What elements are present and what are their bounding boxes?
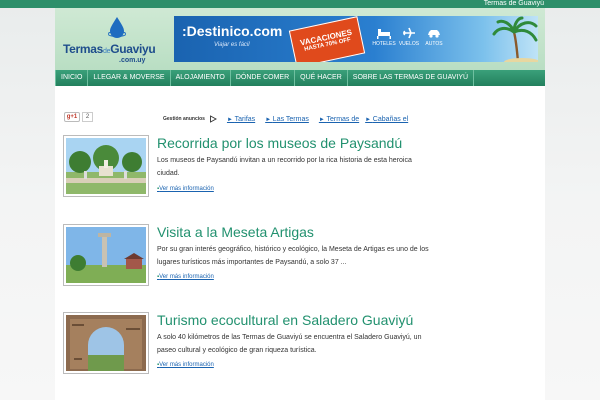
article-thumbnail[interactable]	[63, 135, 149, 197]
ad-link-las-termas[interactable]: ► Las Termas	[265, 116, 309, 123]
read-more-link[interactable]: ▪Ver más información	[157, 362, 214, 368]
article-item: Visita a la Meseta Artigas Por su gran i…	[63, 224, 533, 302]
service-cars-label: AUTOS	[425, 41, 443, 47]
ads-settings-label[interactable]: Gestión anuncios	[163, 116, 205, 122]
logo-text: TermasdeGuaviyu	[63, 42, 156, 56]
article-item: Turismo ecocultural en Saladero Guaviyú …	[63, 312, 533, 390]
google-plus-button[interactable]: g+1	[64, 112, 80, 122]
site-logo[interactable]: TermasdeGuaviyu .com.uy	[61, 14, 171, 66]
water-drop-icon	[108, 17, 126, 38]
article-title[interactable]: Recorrida por los museos de Paysandú	[157, 135, 402, 151]
palm-tree-icon	[492, 16, 538, 62]
ad-link-text: Termas de	[326, 115, 360, 123]
hotels-service: HOTELES	[371, 27, 397, 47]
ad-link-termas-de[interactable]: ► Termas de	[319, 116, 359, 123]
logo-domain: .com.uy	[119, 57, 146, 64]
article-thumbnail[interactable]	[63, 312, 149, 374]
share-count: 2	[82, 112, 93, 122]
ad-link-cabanas[interactable]: ► Cabañas el	[365, 116, 408, 123]
banner-tagline: Viajar es fácil	[214, 42, 250, 48]
ad-link-tarifas[interactable]: ► Tarifas	[227, 116, 255, 123]
ad-link-text: Las Termas	[272, 115, 309, 123]
article-excerpt: A solo 40 kilómetros de las Termas de Gu…	[157, 334, 422, 354]
main-nav: INICIO LLEGAR & MOVERSE ALOJAMIENTO DÓND…	[55, 70, 545, 86]
top-bar: Termas de Guaviyú	[0, 0, 600, 8]
hotel-icon	[377, 29, 391, 39]
service-flights-label: VUELOS	[398, 41, 420, 47]
read-more-text: Ver más información	[159, 362, 214, 368]
ad-links: Gestión anuncios ► Tarifas ► Las Termas …	[163, 114, 418, 124]
arrow-icon: ►	[265, 116, 273, 123]
read-more-text: Ver más información	[159, 186, 214, 192]
plane-icon	[403, 27, 415, 39]
header: TermasdeGuaviyu .com.uy :Destinico.com V…	[55, 8, 545, 70]
read-more-text: Ver más información	[159, 274, 214, 280]
car-icon	[428, 30, 440, 38]
nav-que-hacer[interactable]: QUÉ HACER	[295, 70, 348, 86]
article-thumbnail[interactable]	[63, 224, 149, 286]
banner-promo: VACACIONES HASTA 70% OFF	[288, 16, 366, 62]
logo-brand: Termas	[63, 42, 104, 56]
ad-link-text: Tarifas	[234, 115, 256, 123]
nav-alojamiento[interactable]: ALOJAMIENTO	[171, 70, 231, 86]
service-hotels-label: HOTELES	[372, 41, 396, 47]
nav-donde-comer[interactable]: DÓNDE COMER	[231, 70, 296, 86]
logo-brand2: Guaviyu	[110, 42, 156, 56]
saladero-ruins-image	[66, 315, 146, 371]
nav-sobre-termas[interactable]: SOBRE LAS TERMAS DE GUAVIYÚ	[348, 70, 475, 86]
nav-llegar-moverse[interactable]: LLEGAR & MOVERSE	[88, 70, 171, 86]
article-excerpt: Los museos de Paysandú invitan a un reco…	[157, 157, 412, 177]
nav-inicio[interactable]: INICIO	[55, 70, 89, 86]
article-title[interactable]: Visita a la Meseta Artigas	[157, 224, 314, 240]
flights-service: VUELOS	[396, 27, 422, 47]
article-excerpt: Por su gran interés geográfico, históric…	[157, 246, 429, 266]
ad-link-text: Cabañas el	[372, 115, 409, 123]
page-container: TermasdeGuaviyu .com.uy :Destinico.com V…	[55, 8, 545, 400]
site-name-link[interactable]: Termas de Guaviyú	[484, 0, 544, 8]
meseta-artigas-image	[66, 227, 146, 283]
article-title[interactable]: Turismo ecocultural en Saladero Guaviyú	[157, 312, 413, 328]
museum-park-image	[66, 138, 146, 194]
read-more-link[interactable]: ▪Ver más información	[157, 186, 214, 192]
arrow-icon: ►	[226, 116, 235, 123]
play-icon[interactable]	[209, 115, 217, 123]
banner-brand: :Destinico.com	[182, 23, 283, 39]
ad-banner[interactable]: :Destinico.com Viajar es fácil VACACIONE…	[174, 16, 538, 62]
arrow-icon: ►	[365, 116, 373, 123]
article-item: Recorrida por los museos de Paysandú Los…	[63, 135, 533, 213]
cars-service: AUTOS	[421, 27, 447, 47]
read-more-link[interactable]: ▪Ver más información	[157, 274, 214, 280]
